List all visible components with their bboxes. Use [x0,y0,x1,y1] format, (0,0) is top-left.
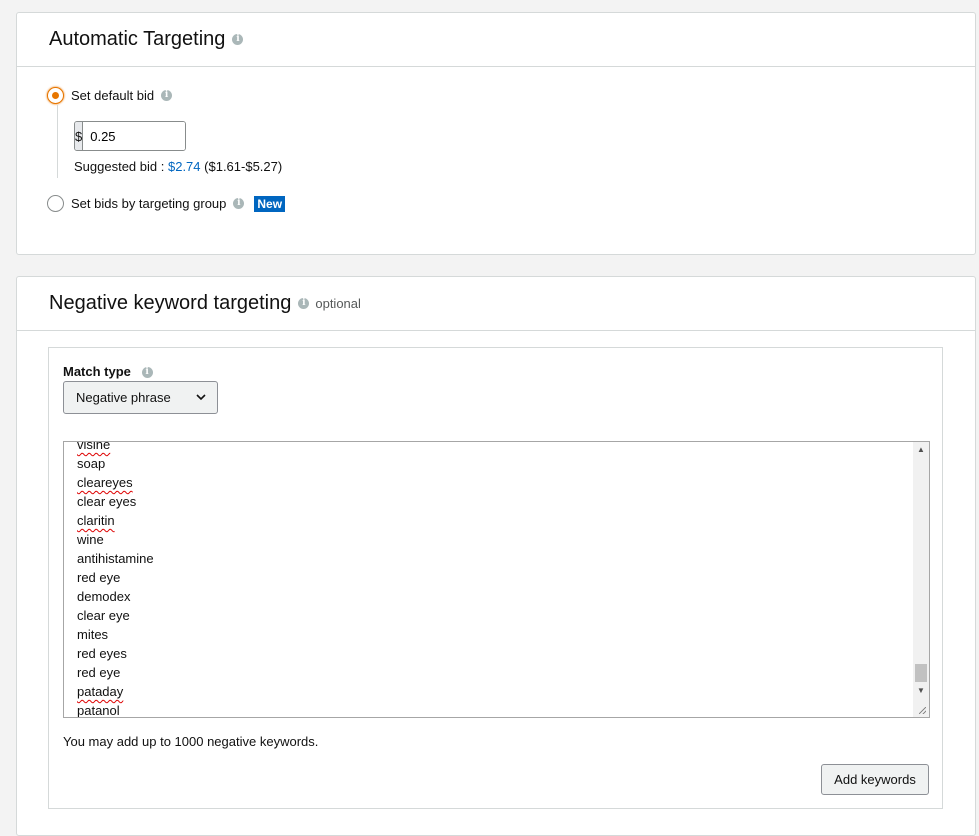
add-keywords-button[interactable]: Add keywords [821,764,929,795]
resize-handle-icon[interactable] [913,701,929,717]
negative-keyword-card: Negative keyword targeting i optional Ma… [16,276,976,836]
match-type-label-text: Match type [63,364,131,379]
keyword-line: patanol [77,703,120,718]
negative-keyword-panel: Match type i Negative phrase visine soap c… [48,347,943,809]
scroll-down-arrow-icon[interactable]: ▼ [913,683,929,699]
match-type-label: Match type i [63,364,153,379]
keyword-line: claritin [77,513,115,528]
keyword-line: mites [77,627,109,642]
keyword-line: demodex [77,589,131,604]
match-type-dropdown[interactable]: Negative phrase [63,381,218,414]
info-icon[interactable]: i [233,198,245,209]
info-icon[interactable]: i [161,90,173,101]
keyword-line: antihistamine [77,551,154,566]
keyword-list: visine soap cleareyes clear eyes claritin win… [77,441,154,718]
keyword-line: pataday [77,684,124,699]
scroll-up-arrow-icon[interactable]: ▲ [913,442,929,458]
keywords-textarea[interactable]: visine soap cleareyes clear eyes claritin win… [63,441,930,718]
negative-keyword-header: Negative keyword targeting i optional [17,277,975,331]
suggested-bid-link[interactable]: $2.74 [168,159,201,174]
automatic-targeting-card: Automatic Targeting i Set default bid i … [16,12,976,255]
default-bid-radio[interactable] [47,87,64,104]
default-bid-block: $ Suggested bid : $2.74 ($1.61-$5.27) [57,105,282,178]
group-bid-label: Set bids by targeting group [71,196,227,211]
optional-label: optional [315,296,361,311]
suggested-bid-label: Suggested bid : [74,159,165,174]
keyword-line: red eyes [77,646,127,661]
negative-keyword-title: Negative keyword targeting [49,292,292,314]
keyword-line: clear eye [77,608,130,623]
scrollbar[interactable]: ▲ ▼ [913,442,929,717]
keyword-line: cleareyes [77,475,133,490]
info-icon[interactable]: i [141,367,153,379]
keyword-line: wine [77,532,104,547]
keyword-line: red eye [77,665,121,680]
default-bid-input[interactable] [83,122,185,150]
default-bid-option[interactable]: Set default bid i [47,87,173,104]
group-bid-option[interactable]: Set bids by targeting group i New [47,195,286,212]
scroll-thumb[interactable] [915,664,927,682]
bid-input-group: $ [74,121,186,151]
info-icon[interactable]: i [298,298,310,309]
keyword-limit-text: You may add up to 1000 negative keywords… [63,734,319,749]
group-bid-radio[interactable] [47,195,64,212]
currency-prefix: $ [75,122,84,150]
new-badge: New [254,195,286,212]
default-bid-label: Set default bid [71,88,155,103]
chevron-down-icon [195,391,207,406]
suggested-bid: Suggested bid : $2.74 ($1.61-$5.27) [74,159,282,174]
suggested-bid-range: ($1.61-$5.27) [204,159,283,174]
keyword-line: clear eyes [77,494,137,509]
keyword-line: visine [77,441,111,452]
match-type-value: Negative phrase [76,390,171,405]
info-icon[interactable]: i [232,34,244,45]
automatic-targeting-header: Automatic Targeting i [17,13,975,67]
keyword-line: red eye [77,570,121,585]
automatic-targeting-title: Automatic Targeting [49,28,226,50]
keyword-line: soap [77,456,106,471]
